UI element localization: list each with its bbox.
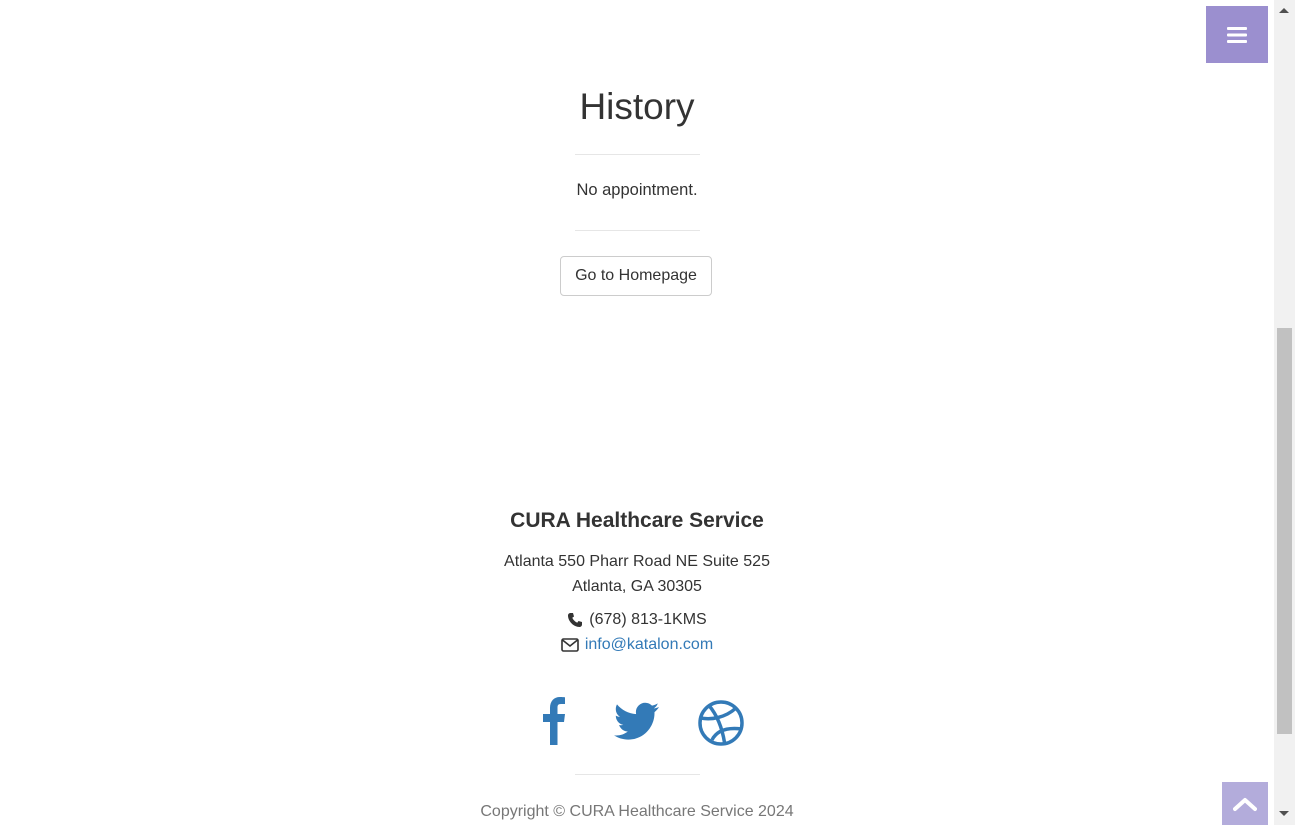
scroll-to-top-button[interactable]	[1222, 782, 1268, 825]
envelope-icon	[561, 638, 579, 652]
address-line-1: Atlanta 550 Pharr Road NE Suite 525	[504, 553, 770, 570]
page-title: History	[579, 86, 695, 127]
divider	[575, 774, 700, 775]
empty-message: No appointment.	[576, 181, 698, 199]
facebook-icon[interactable]	[529, 695, 577, 747]
scroll-down-arrow[interactable]	[1279, 811, 1289, 816]
footer-address: Atlanta 550 Pharr Road NE Suite 525 Atla…	[0, 549, 1274, 599]
email-row: info@katalon.com	[0, 636, 1274, 654]
divider	[575, 230, 700, 231]
copyright: Copyright © CURA Healthcare Service 2024	[480, 803, 794, 820]
footer-brand: CURA Healthcare Service	[510, 509, 764, 532]
menu-toggle-button[interactable]	[1206, 6, 1268, 63]
hamburger-icon	[1227, 26, 1247, 43]
vertical-scrollbar[interactable]	[1274, 0, 1295, 825]
scroll-up-arrow[interactable]	[1279, 8, 1289, 13]
divider	[575, 154, 700, 155]
social-links	[0, 695, 1274, 747]
phone-number: (678) 813-1KMS	[589, 611, 707, 628]
page: History No appointment. Go to Homepage C…	[0, 0, 1274, 825]
twitter-icon[interactable]	[613, 695, 661, 747]
email-link[interactable]: info@katalon.com	[585, 636, 713, 654]
dribbble-icon[interactable]	[697, 695, 745, 747]
scroll-thumb[interactable]	[1277, 328, 1292, 734]
phone-row: (678) 813-1KMS	[0, 611, 1274, 629]
address-line-2: Atlanta, GA 30305	[572, 578, 702, 595]
go-to-homepage-button[interactable]: Go to Homepage	[560, 256, 712, 296]
phone-icon	[567, 612, 583, 628]
chevron-up-icon	[1233, 797, 1257, 811]
